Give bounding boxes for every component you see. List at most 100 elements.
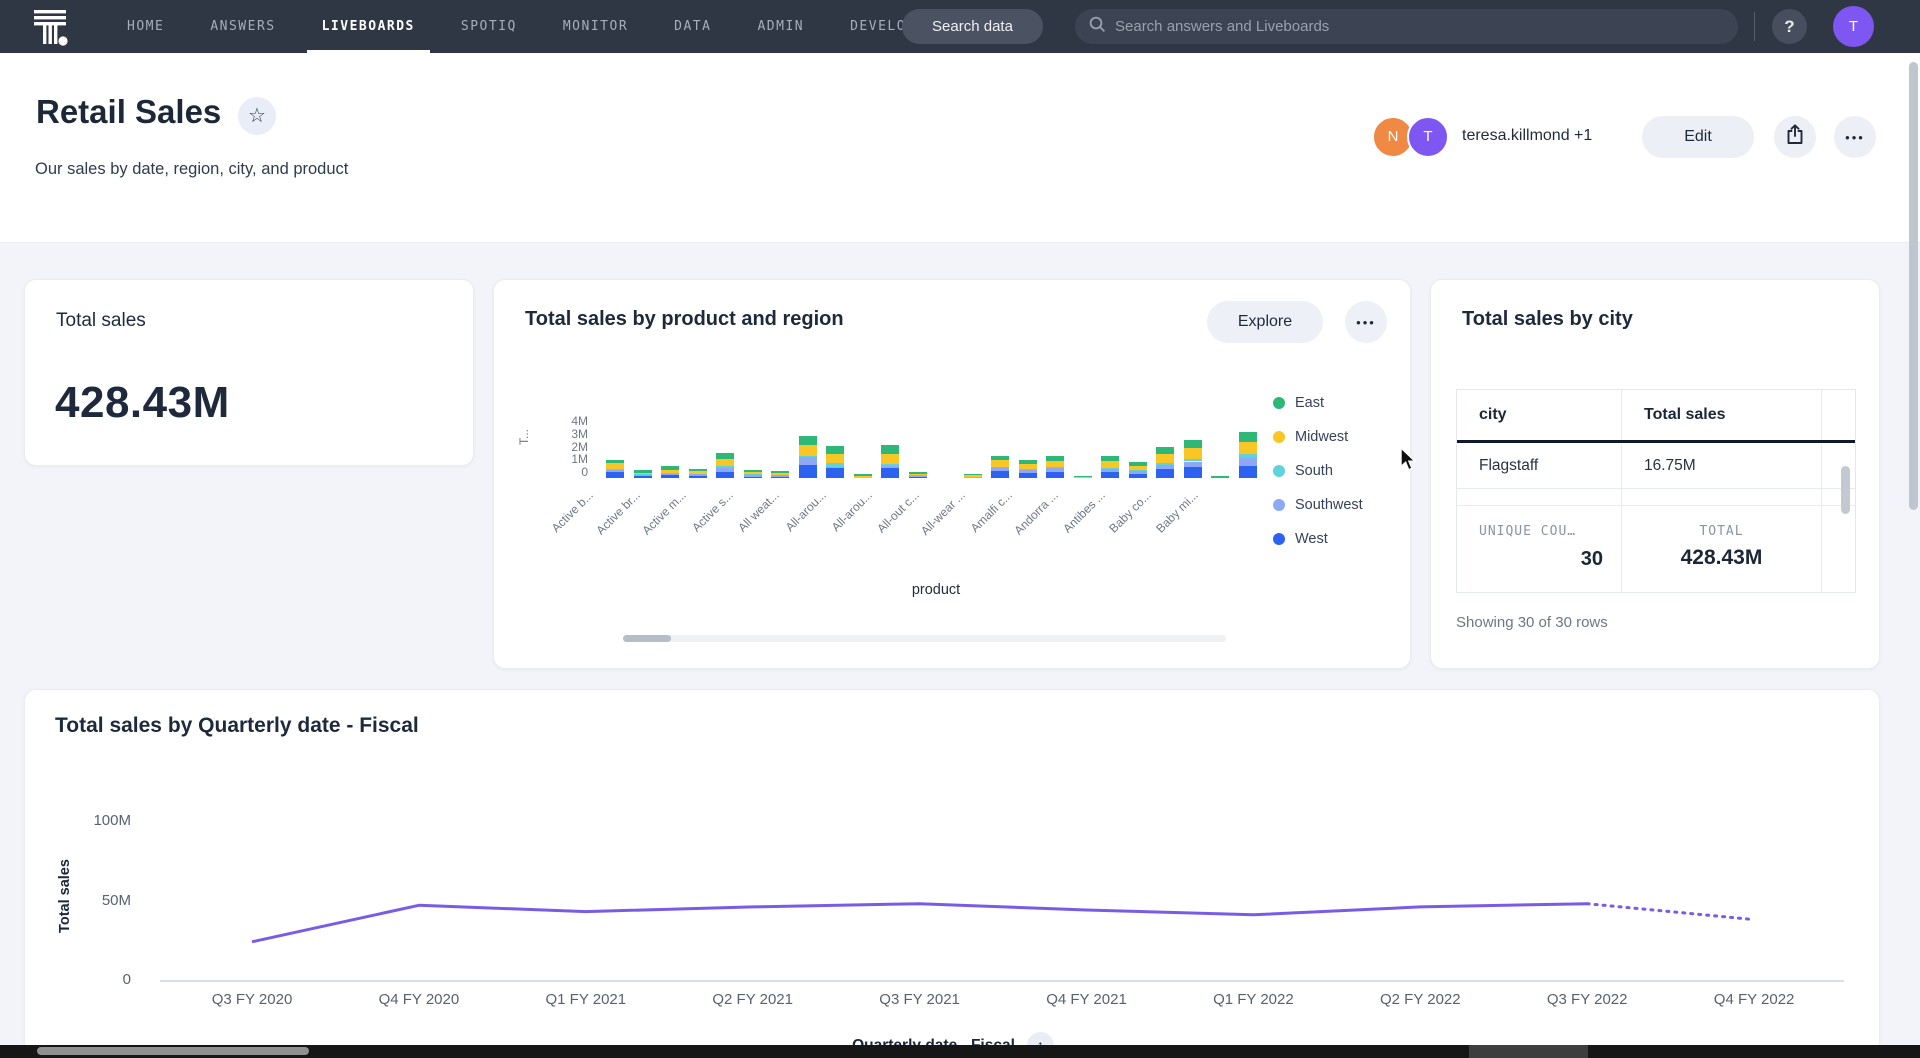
share-icon: [1785, 124, 1805, 150]
bar-segment-southwest: [689, 474, 707, 476]
chart-more-options-button[interactable]: •••: [1345, 301, 1387, 343]
stacked-bar[interactable]: [634, 410, 652, 478]
legend-dot-icon: [1273, 533, 1285, 545]
bar-segment-south: [1184, 459, 1202, 462]
thoughtspot-logo-icon[interactable]: [30, 5, 72, 54]
nav-item-home[interactable]: HOME: [112, 0, 179, 53]
search-placeholder: Search answers and Liveboards: [1115, 18, 1329, 35]
more-options-button[interactable]: •••: [1834, 116, 1876, 158]
stacked-bar[interactable]: [964, 410, 982, 478]
column-header-total-sales[interactable]: Total sales: [1622, 390, 1822, 440]
stacked-bar[interactable]: [661, 410, 679, 478]
column-header-city[interactable]: city: [1457, 390, 1622, 440]
owner-avatar-t[interactable]: T: [1407, 116, 1449, 158]
bar-segment-east: [1019, 460, 1037, 465]
bar-segment-midwest: [716, 459, 734, 466]
bar-segment-southwest: [1184, 462, 1202, 468]
stacked-bar[interactable]: [826, 410, 844, 478]
stacked-bar[interactable]: [1239, 410, 1257, 478]
stacked-bar[interactable]: [1101, 410, 1119, 478]
line-x-tick: Q4 FY 2022: [1689, 991, 1819, 1008]
stacked-bar[interactable]: [1046, 410, 1064, 478]
chart-card-quarterly: Total sales by Quarterly date - Fiscal T…: [24, 689, 1880, 1058]
chart-legend: East Midwest South Southwest West: [1273, 396, 1363, 566]
line-x-tick: Q2 FY 2021: [688, 991, 818, 1008]
nav-item-spotiq[interactable]: SPOTIQ: [446, 0, 532, 53]
bar-segment-west: [1156, 469, 1174, 478]
stacked-bar[interactable]: [854, 410, 872, 478]
bar-segment-south: [1101, 468, 1119, 469]
share-button[interactable]: [1774, 116, 1816, 158]
legend-item-west[interactable]: West: [1273, 532, 1363, 546]
scrollbar-thumb[interactable]: [623, 635, 671, 642]
legend-label: Midwest: [1295, 429, 1348, 445]
stacked-bar[interactable]: [1074, 410, 1092, 478]
stacked-bar[interactable]: [1184, 410, 1202, 478]
timeline-progress-segment[interactable]: [37, 1047, 309, 1055]
legend-dot-icon: [1273, 499, 1285, 511]
bar-segment-south: [964, 477, 982, 478]
table-vertical-scrollbar[interactable]: [1841, 466, 1850, 514]
bar-segment-southwest: [826, 467, 844, 468]
bar-segment-east: [1046, 456, 1064, 461]
nav-item-liveboards[interactable]: LIVEBOARDS: [307, 0, 430, 53]
bar-segment-east: [991, 456, 1009, 461]
help-button[interactable]: ?: [1772, 9, 1807, 44]
bar-segment-west: [689, 476, 707, 478]
bar-segment-west: [1184, 467, 1202, 478]
line-series-solid: [252, 904, 1587, 942]
nav-item-data[interactable]: DATA: [659, 0, 726, 53]
stacked-bar[interactable]: [881, 410, 899, 478]
stacked-bar[interactable]: [716, 410, 734, 478]
total-label: TOTAL: [1622, 524, 1821, 539]
stacked-bar[interactable]: [991, 410, 1009, 478]
stacked-bar[interactable]: [689, 410, 707, 478]
summary-total: TOTAL 428.43M: [1622, 506, 1822, 592]
stacked-bar[interactable]: [744, 410, 762, 478]
search-data-button[interactable]: Search data: [902, 9, 1043, 44]
bar-segment-east: [826, 446, 844, 454]
line-x-tick: Q1 FY 2022: [1188, 991, 1318, 1008]
bar-segment-south: [881, 464, 899, 466]
kpi-card-total-sales[interactable]: Total sales 428.43M: [24, 279, 474, 466]
legend-item-east[interactable]: East: [1273, 396, 1363, 410]
bar-segment-southwest: [909, 476, 927, 477]
legend-dot-icon: [1273, 397, 1285, 409]
stacked-bar[interactable]: [799, 410, 817, 478]
stacked-bar[interactable]: [1156, 410, 1174, 478]
line-x-tick: Q1 FY 2021: [521, 991, 651, 1008]
legend-dot-icon: [1273, 465, 1285, 477]
chart-horizontal-scrollbar[interactable]: [623, 635, 1226, 642]
legend-item-south[interactable]: South: [1273, 464, 1363, 478]
legend-item-midwest[interactable]: Midwest: [1273, 430, 1363, 444]
bar-segment-west: [606, 472, 624, 478]
table-card-city: Total sales by city city Total sales Fla…: [1430, 279, 1880, 669]
stacked-bar[interactable]: [1211, 410, 1229, 478]
bar-segment-east: [881, 445, 899, 453]
stacked-bar[interactable]: [1129, 410, 1147, 478]
bar-segment-southwest: [744, 475, 762, 477]
bar-segment-midwest: [689, 471, 707, 474]
explore-button[interactable]: Explore: [1207, 301, 1323, 343]
stacked-bar[interactable]: [771, 410, 789, 478]
user-avatar[interactable]: T: [1833, 6, 1874, 47]
nav-item-admin[interactable]: ADMIN: [742, 0, 819, 53]
line-x-tick: Q4 FY 2021: [1022, 991, 1152, 1008]
stacked-bar[interactable]: [606, 410, 624, 478]
nav-item-monitor[interactable]: MONITOR: [548, 0, 643, 53]
global-search-input[interactable]: Search answers and Liveboards: [1075, 9, 1738, 44]
legend-item-southwest[interactable]: Southwest: [1273, 498, 1363, 512]
stacked-bar[interactable]: [1019, 410, 1037, 478]
nav-item-answers[interactable]: ANSWERS: [195, 0, 290, 53]
bar-segment-west: [744, 477, 762, 479]
page-vertical-scrollbar[interactable]: [1909, 62, 1918, 510]
bar-segment-south: [1239, 454, 1257, 458]
favorite-star-icon[interactable]: ☆: [238, 97, 276, 135]
stacked-bar[interactable]: [909, 410, 927, 478]
table-row[interactable]: Flagstaff 16.75M: [1457, 443, 1855, 489]
edit-button[interactable]: Edit: [1642, 116, 1754, 158]
stacked-bar[interactable]: [936, 410, 954, 478]
bar-segment-west: [1101, 472, 1119, 478]
owners-label[interactable]: teresa.killmond +1: [1462, 127, 1592, 145]
timeline-thumb-segment[interactable]: [1469, 1045, 1588, 1058]
